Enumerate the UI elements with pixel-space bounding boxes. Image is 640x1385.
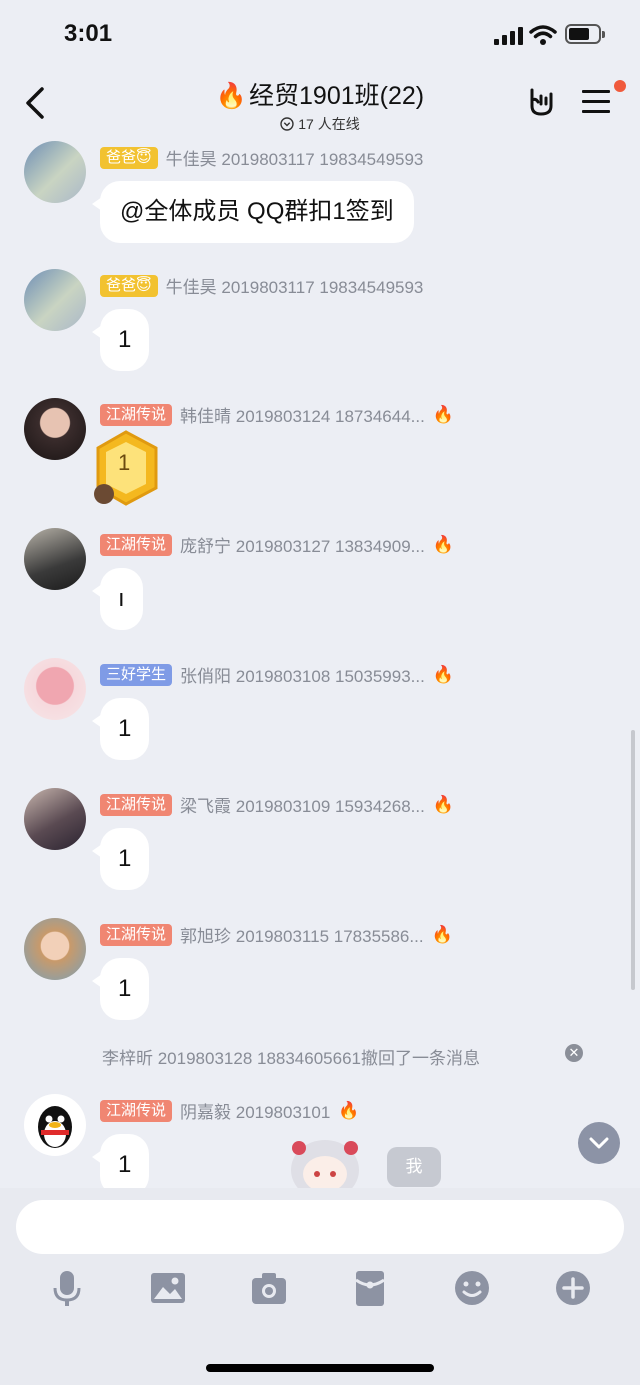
message-meta: 三好学生 张俏阳 2019803108 15035993... 🔥 — [100, 662, 454, 687]
message-meta: 江湖传说 梁飞霞 2019803109 15934268... 🔥 — [100, 792, 454, 817]
back-icon[interactable] — [22, 86, 48, 120]
online-count: 17 人在线 — [120, 114, 520, 134]
red-packet-icon[interactable] — [350, 1268, 390, 1308]
member-title-badge: 爸爸😇 — [100, 274, 158, 297]
fire-icon: 🔥 — [215, 82, 248, 110]
scroll-to-bottom-button[interactable] — [578, 1122, 620, 1164]
member-title-badge: 江湖传说 — [100, 1099, 173, 1122]
input-toolbar — [0, 1268, 640, 1318]
menu-icon[interactable] — [582, 90, 610, 114]
member-title-badge: 江湖传说 — [100, 923, 173, 946]
avatar[interactable] — [24, 1094, 86, 1156]
message-meta: 江湖传说 阴嘉毅 2019803101 🔥 — [100, 1098, 359, 1123]
chat-title: 🔥经贸1901班(22) — [120, 76, 520, 112]
group-name: 经贸1901班(22) — [249, 82, 425, 110]
member-title-badge: 爸爸😇 — [100, 146, 158, 169]
message-list[interactable]: 爸爸😇 牛佳昊 2019803117 19834549593 @全体成员 QQ群… — [0, 136, 640, 1188]
avatar[interactable] — [24, 141, 86, 203]
nav-bar: 🔥经贸1901班(22) 17 人在线 — [0, 70, 640, 136]
status-bar: 3:01 — [0, 0, 640, 70]
fire-icon: 🔥 — [432, 534, 454, 554]
fire-icon: 🔥 — [431, 924, 453, 944]
message-bubble[interactable]: 1 — [91, 309, 150, 371]
sender-name: 牛佳昊 2019803117 19834549593 — [165, 278, 424, 297]
chevron-down-icon — [589, 1137, 609, 1149]
avatar[interactable] — [24, 918, 86, 980]
hand-gesture-icon[interactable] — [526, 86, 558, 118]
home-indicator[interactable] — [206, 1364, 434, 1372]
sender-name: 韩佳晴 2019803124 18734644... — [180, 407, 425, 426]
sender-name: 梁飞霞 2019803109 15934268... — [180, 797, 425, 816]
message-bubble[interactable]: ı — [92, 568, 143, 630]
message-meta: 爸爸😇 牛佳昊 2019803117 19834549593 — [100, 273, 423, 298]
avatar[interactable] — [24, 528, 86, 590]
recall-notice-text: 李梓昕 2019803128 18834605661撤回了一条消息 — [102, 1049, 480, 1068]
member-title-badge: 三好学生 — [100, 663, 173, 686]
me-button[interactable]: 我 — [387, 1147, 441, 1187]
message-bubble[interactable]: 1 — [91, 698, 150, 760]
avatar[interactable] — [24, 398, 86, 460]
mic-icon[interactable] — [47, 1268, 87, 1308]
message-bubble[interactable]: 1 — [91, 958, 150, 1020]
chevron-down-circle-icon — [280, 117, 294, 131]
message-bubble[interactable]: @全体成员 QQ群扣1签到 — [92, 181, 414, 243]
battery-icon — [565, 24, 605, 44]
message-input[interactable] — [16, 1200, 624, 1254]
chat-title-area[interactable]: 🔥经贸1901班(22) 17 人在线 — [120, 76, 520, 134]
fire-icon: 🔥 — [338, 1100, 360, 1120]
status-time: 3:01 — [64, 20, 113, 47]
cellular-signal-icon — [494, 27, 523, 45]
sticker-text: 1 — [118, 450, 131, 475]
qq-penguin-icon — [38, 1106, 72, 1148]
message-bubble[interactable]: 1 — [91, 828, 150, 890]
scrollbar[interactable] — [631, 730, 635, 990]
message-meta: 江湖传说 韩佳晴 2019803124 18734644... 🔥 — [100, 402, 454, 427]
honeycomb-sticker[interactable]: 1 — [92, 430, 160, 508]
fire-icon: 🔥 — [432, 664, 454, 684]
sender-name: 庞舒宁 2019803127 13834909... — [180, 537, 425, 556]
anime-character-sticker[interactable] — [285, 1130, 365, 1200]
message-meta: 江湖传说 郭旭珍 2019803115 17835586... 🔥 — [100, 922, 453, 947]
member-title-badge: 江湖传说 — [100, 533, 173, 556]
plus-icon[interactable] — [553, 1268, 593, 1308]
member-title-badge: 江湖传说 — [100, 403, 173, 426]
image-icon[interactable] — [148, 1268, 188, 1308]
online-count-text: 17 人在线 — [298, 116, 360, 132]
sender-name: 张俏阳 2019803108 15035993... — [180, 667, 425, 686]
notification-dot — [614, 80, 626, 92]
message-bubble[interactable]: 1 — [91, 1134, 150, 1188]
fire-icon: 🔥 — [432, 404, 454, 424]
fire-icon: 🔥 — [432, 794, 454, 814]
input-area — [0, 1188, 640, 1385]
sender-name: 牛佳昊 2019803117 19834549593 — [165, 150, 424, 169]
camera-icon[interactable] — [249, 1268, 289, 1308]
avatar[interactable] — [24, 269, 86, 331]
wifi-icon — [529, 25, 557, 45]
avatar[interactable] — [24, 788, 86, 850]
avatar[interactable] — [24, 658, 86, 720]
sender-name: 阴嘉毅 2019803101 — [180, 1103, 331, 1122]
close-icon[interactable]: ✕ — [565, 1044, 583, 1062]
member-title-badge: 江湖传说 — [100, 793, 173, 816]
sender-name: 郭旭珍 2019803115 17835586... — [180, 927, 424, 946]
emoji-icon[interactable] — [452, 1268, 492, 1308]
message-meta: 江湖传说 庞舒宁 2019803127 13834909... 🔥 — [100, 532, 454, 557]
message-meta: 爸爸😇 牛佳昊 2019803117 19834549593 — [100, 145, 423, 170]
